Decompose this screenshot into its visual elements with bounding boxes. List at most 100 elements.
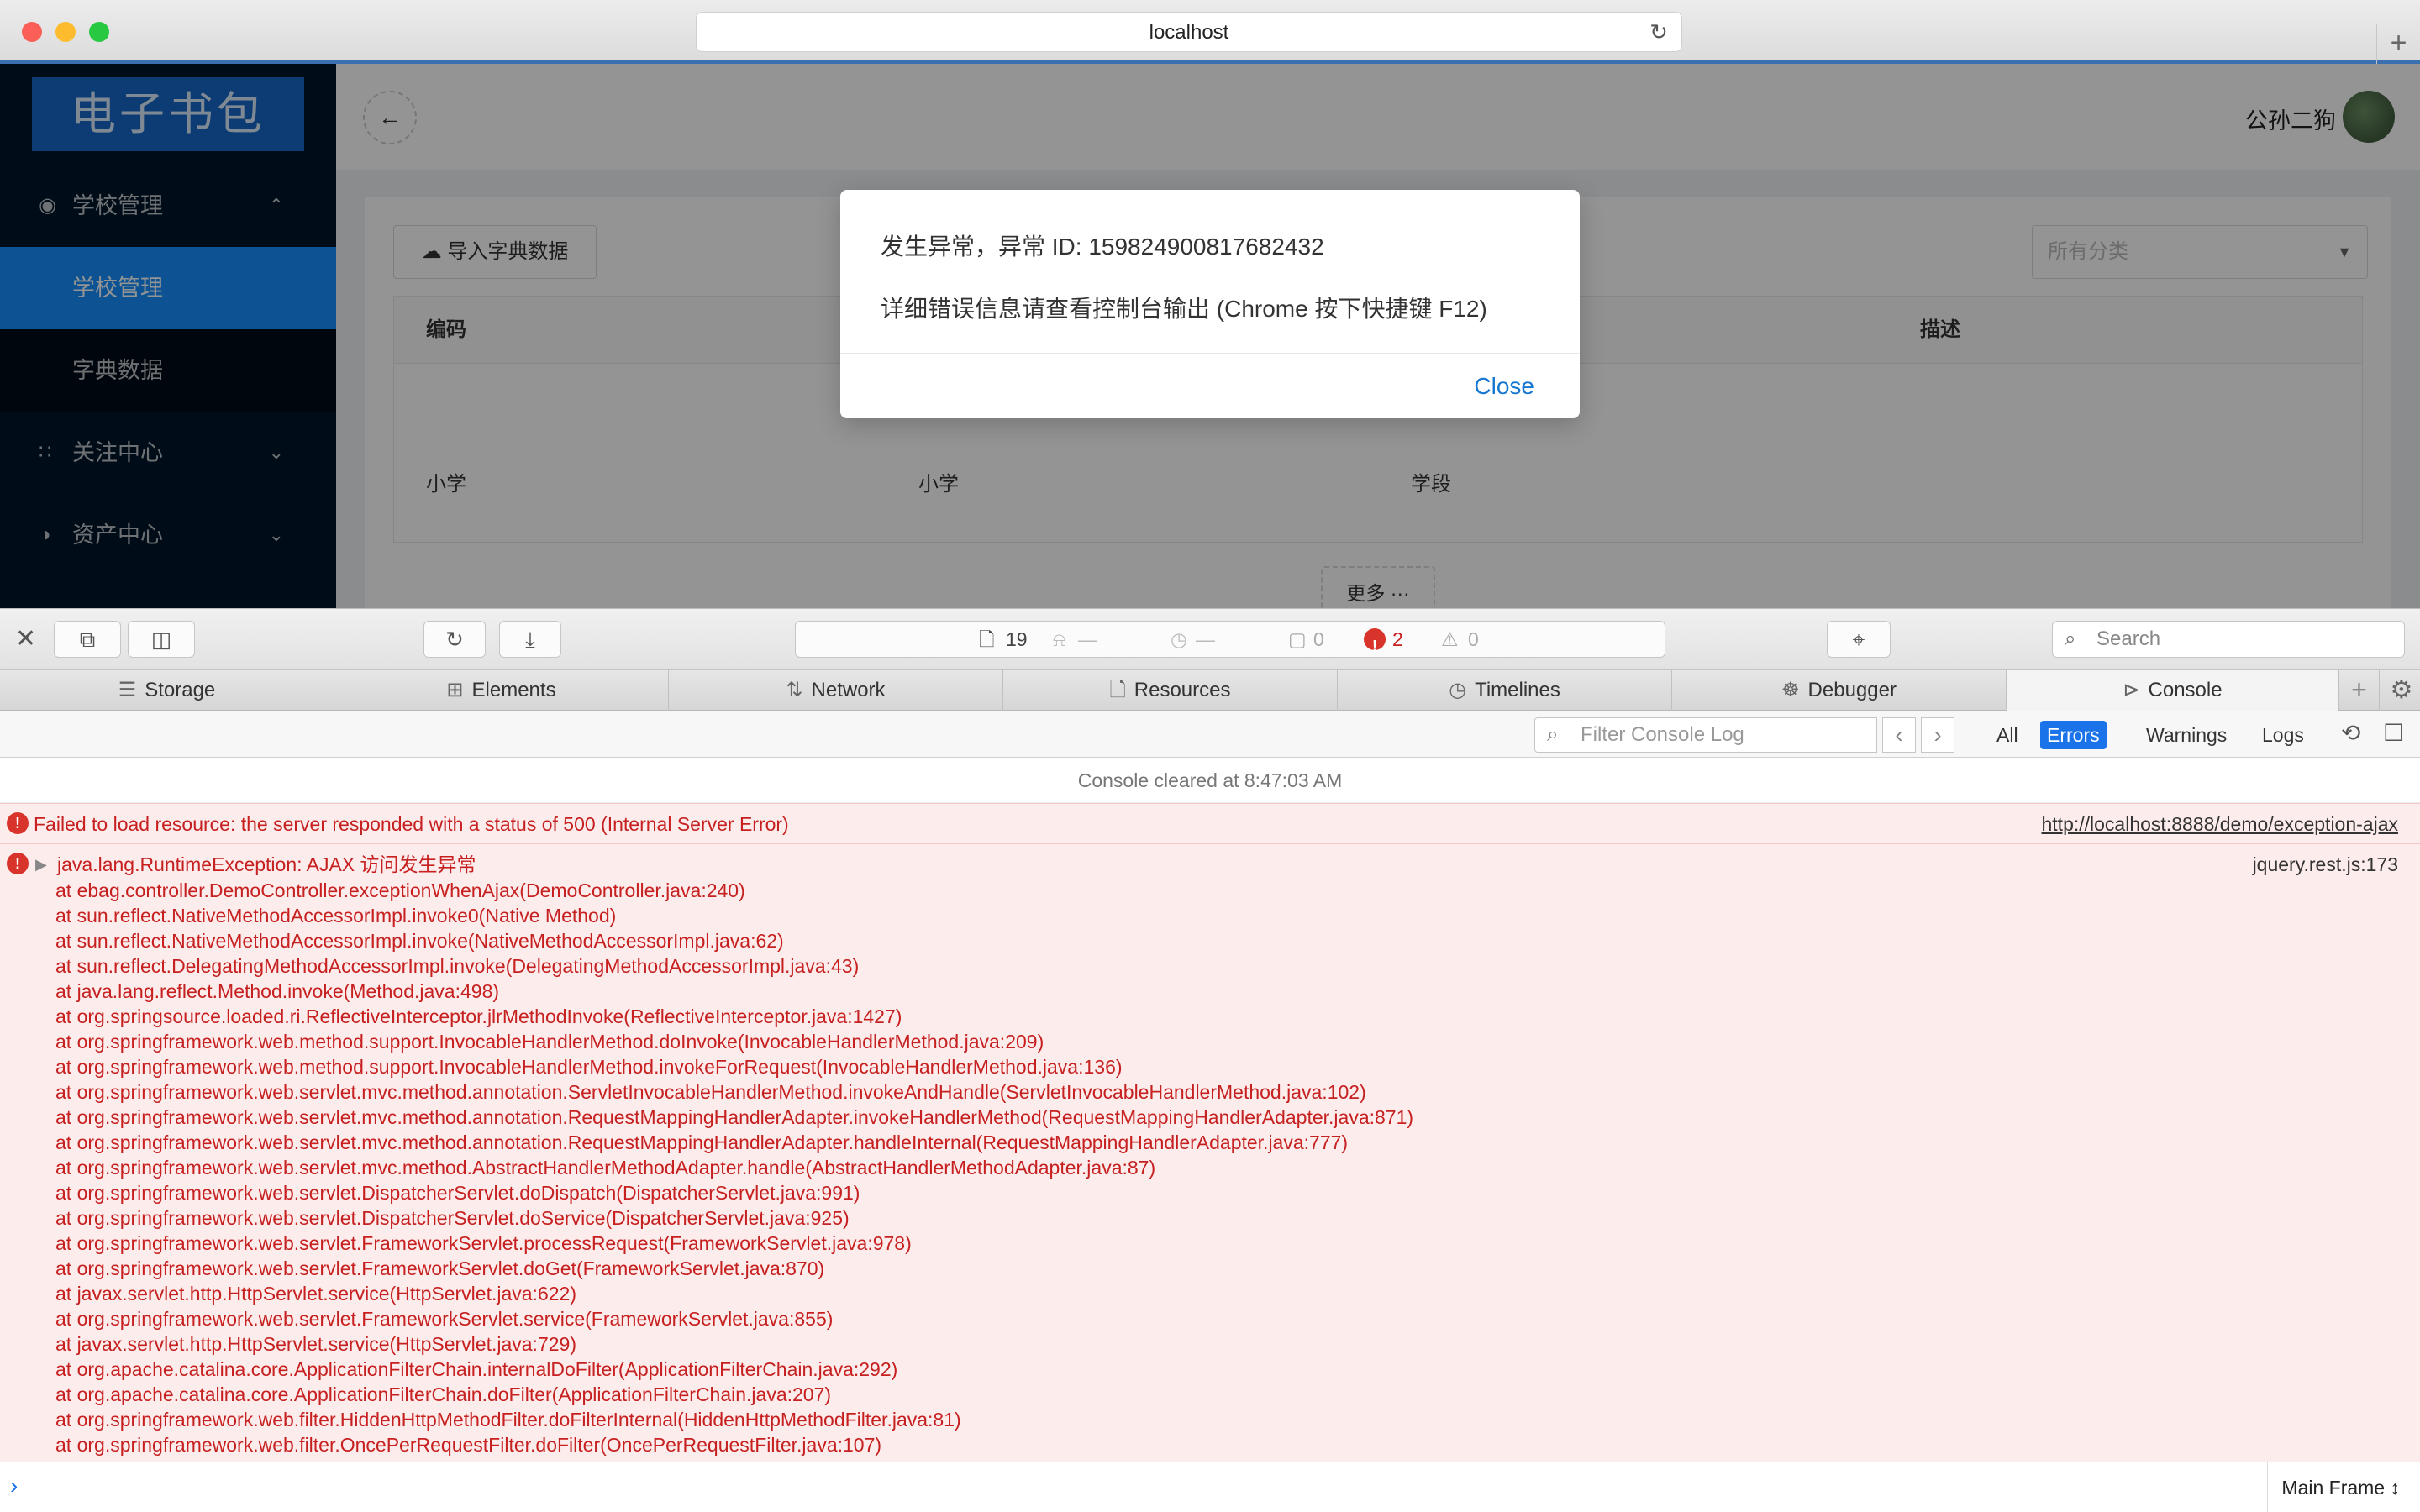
filter-placeholder: Filter Console Log — [1581, 723, 1744, 746]
stack-frame: at org.springframework.web.servlet.Frame… — [55, 1232, 912, 1254]
error-source-link[interactable]: http://localhost:8888/demo/exception-aja… — [2042, 804, 2399, 844]
new-tab-button[interactable]: + — [2376, 24, 2420, 64]
filter-console-input[interactable]: ⌕ Filter Console Log — [1534, 717, 1877, 753]
stack-frame: at sun.reflect.DelegatingMethodAccessorI… — [55, 955, 860, 977]
bell-icon: ⍾ — [1053, 628, 1066, 650]
page-viewport: 电子书包 ◉ 学校管理 ⌃ 学校管理 字典数据 ∷ 关注中心 ⌄ ◑ 资产中心 … — [0, 64, 2420, 608]
elements-icon: ⊞ — [446, 679, 464, 701]
level-all[interactable]: All — [1990, 721, 2025, 749]
warning-count[interactable]: 0 — [1468, 622, 1479, 657]
resource-count[interactable]: 19 — [1006, 622, 1028, 657]
inspect-element-button[interactable]: ⌖ — [1827, 621, 1891, 658]
tab-debugger[interactable]: ☸ Debugger — [1672, 670, 2007, 711]
error-icon: ! — [7, 853, 29, 874]
debugger-icon: ☸ — [1781, 679, 1800, 701]
tab-label: Network — [811, 679, 886, 701]
close-window-button[interactable] — [22, 22, 42, 42]
frame-select[interactable]: Main Frame ↕ — [2267, 1462, 2400, 1512]
dock-side-button[interactable]: ◫ — [128, 621, 195, 658]
dom-time: — — [1196, 628, 1215, 650]
address-bar[interactable]: localhost ↻ — [696, 12, 1682, 52]
previous-match-button[interactable]: ‹ — [1882, 717, 1916, 753]
console-error-row[interactable]: ! Failed to load resource: the server re… — [0, 803, 2420, 843]
tab-resources[interactable]: 🗋 Resources — [1003, 670, 1338, 711]
download-button[interactable]: ⤓ — [499, 621, 561, 658]
error-icon: ! — [1364, 628, 1386, 654]
reload-icon[interactable]: ↻ — [1648, 21, 1670, 43]
devtools-tab-bar: ☰ Storage ⊞ Elements ⇅ Network 🗋 Resources ◷… — [0, 670, 2420, 711]
tab-timelines[interactable]: ◷ Timelines — [1338, 670, 1672, 711]
modal-close-button[interactable]: Close — [1474, 373, 1534, 400]
stack-frame: at org.springframework.web.servlet.Dispa… — [55, 1207, 850, 1229]
tab-label: Debugger — [1807, 679, 1897, 701]
search-icon: ⌕ — [2065, 627, 2076, 650]
tab-storage[interactable]: ☰ Storage — [0, 670, 334, 711]
console-icon: ⊳ — [2123, 679, 2140, 701]
zoom-window-button[interactable] — [89, 22, 109, 42]
console-error-row[interactable]: ! ▶ java.lang.RuntimeException: AJAX 访问发… — [0, 843, 2420, 1462]
prompt-chevron-icon[interactable]: › — [10, 1473, 18, 1499]
tab-label: Resources — [1134, 679, 1231, 701]
tab-console[interactable]: ⊳ Console — [2007, 670, 2339, 711]
search-icon: ⌕ — [1547, 723, 1559, 746]
reload-page-button[interactable]: ↻ — [424, 621, 486, 658]
error-source-link[interactable]: jquery.rest.js:173 — [2253, 846, 2398, 883]
tab-label: Elements — [471, 679, 556, 701]
stack-frame: at org.springframework.web.servlet.mvc.m… — [55, 1081, 1366, 1103]
level-logs[interactable]: Logs — [2255, 721, 2311, 749]
devtools-status-bar: 🗋 19 ⍾ — ◷ — ▢ 0 ! 2 ⚠ 0 — [795, 621, 1665, 658]
error-modal: 发生异常，异常 ID: 159824900817682432 详细错误信息请查看… — [840, 190, 1580, 418]
gear-icon: ⚙ — [2390, 676, 2413, 704]
disclosure-triangle-icon[interactable]: ▶ — [35, 851, 47, 878]
message-count[interactable]: 0 — [1313, 622, 1324, 657]
clock-icon: ◷ — [1171, 628, 1188, 650]
stack-frame: at org.springframework.web.filter.OncePe… — [55, 1434, 882, 1456]
level-warnings[interactable]: Warnings — [2139, 721, 2233, 749]
stack-trace: at ebag.controller.DemoController.except… — [55, 878, 1413, 1457]
stack-frame: at org.springsource.loaded.ri.Reflective… — [55, 1005, 902, 1027]
plus-icon: + — [2390, 27, 2407, 59]
tab-label: Storage — [145, 679, 216, 701]
devtools-search[interactable]: ⌕ Search — [2052, 621, 2405, 658]
stack-frame: at org.springframework.web.servlet.Frame… — [55, 1257, 825, 1279]
stack-frame: at org.springframework.web.method.suppor… — [55, 1031, 1044, 1053]
crosshair-icon: ⌖ — [1852, 627, 1865, 652]
chevron-left-icon: ‹ — [1895, 722, 1903, 748]
clear-console-icon[interactable]: ⟲ — [2341, 719, 2360, 747]
devtools-toolbar: ✕ ⧉ ◫ ↻ ⤓ 🗋 19 ⍾ — ◷ — ▢ 0 ! 2 ⚠ 0 ⌖ ⌕ S… — [0, 608, 2420, 670]
document-icon: 🗋 — [979, 628, 995, 650]
stack-frame: at ebag.controller.DemoController.except… — [55, 879, 745, 901]
load-time: — — [1078, 628, 1097, 650]
next-match-button[interactable]: › — [1921, 717, 1954, 753]
storage-icon: ☰ — [118, 679, 137, 701]
chevron-right-icon: › — [1933, 722, 1942, 748]
minimize-window-button[interactable] — [55, 22, 76, 42]
window-titlebar: localhost ↻ + — [0, 0, 2420, 64]
stack-frame: at java.lang.reflect.Method.invoke(Metho… — [55, 980, 500, 1002]
console-output: Console cleared at 8:47:03 AM ! Failed t… — [0, 758, 2420, 1462]
modal-message: 发生异常，异常 ID: 159824900817682432 — [881, 234, 1324, 260]
close-icon[interactable]: ✕ — [15, 624, 36, 654]
stack-frame: at org.springframework.web.servlet.Frame… — [55, 1308, 834, 1330]
modal-detail: 详细错误信息请查看控制台输出 (Chrome 按下快捷键 F12) — [881, 296, 1487, 322]
address-text: localhost — [1149, 21, 1229, 44]
console-filter-bar: ⌕ Filter Console Log ‹ › All Errors Warn… — [0, 711, 2420, 758]
dock-side-icon: ◫ — [150, 627, 172, 652]
download-icon: ⤓ — [525, 627, 535, 652]
error-count[interactable]: 2 — [1392, 622, 1403, 657]
tab-elements[interactable]: ⊞ Elements — [334, 670, 669, 711]
level-errors[interactable]: Errors — [2040, 721, 2107, 749]
resources-icon: 🗋 — [1109, 679, 1126, 701]
preserve-log-icon[interactable]: ☐ — [2383, 719, 2404, 747]
tab-label: Console — [2148, 679, 2223, 701]
undock-button[interactable]: ⧉ — [54, 621, 121, 658]
tab-network[interactable]: ⇅ Network — [669, 670, 1003, 711]
console-prompt-bar: › Main Frame ↕ — [0, 1462, 2420, 1512]
stack-frame: at org.springframework.web.servlet.mvc.m… — [55, 1157, 1156, 1179]
stack-frame: at org.springframework.web.method.suppor… — [55, 1056, 1123, 1078]
add-tab-button[interactable]: + — [2339, 670, 2380, 711]
settings-button[interactable]: ⚙ — [2383, 670, 2420, 711]
reload-icon: ↻ — [445, 627, 464, 652]
error-message: java.lang.RuntimeException: AJAX 访问发生异常 — [57, 853, 476, 875]
timelines-icon: ◷ — [1449, 679, 1467, 701]
